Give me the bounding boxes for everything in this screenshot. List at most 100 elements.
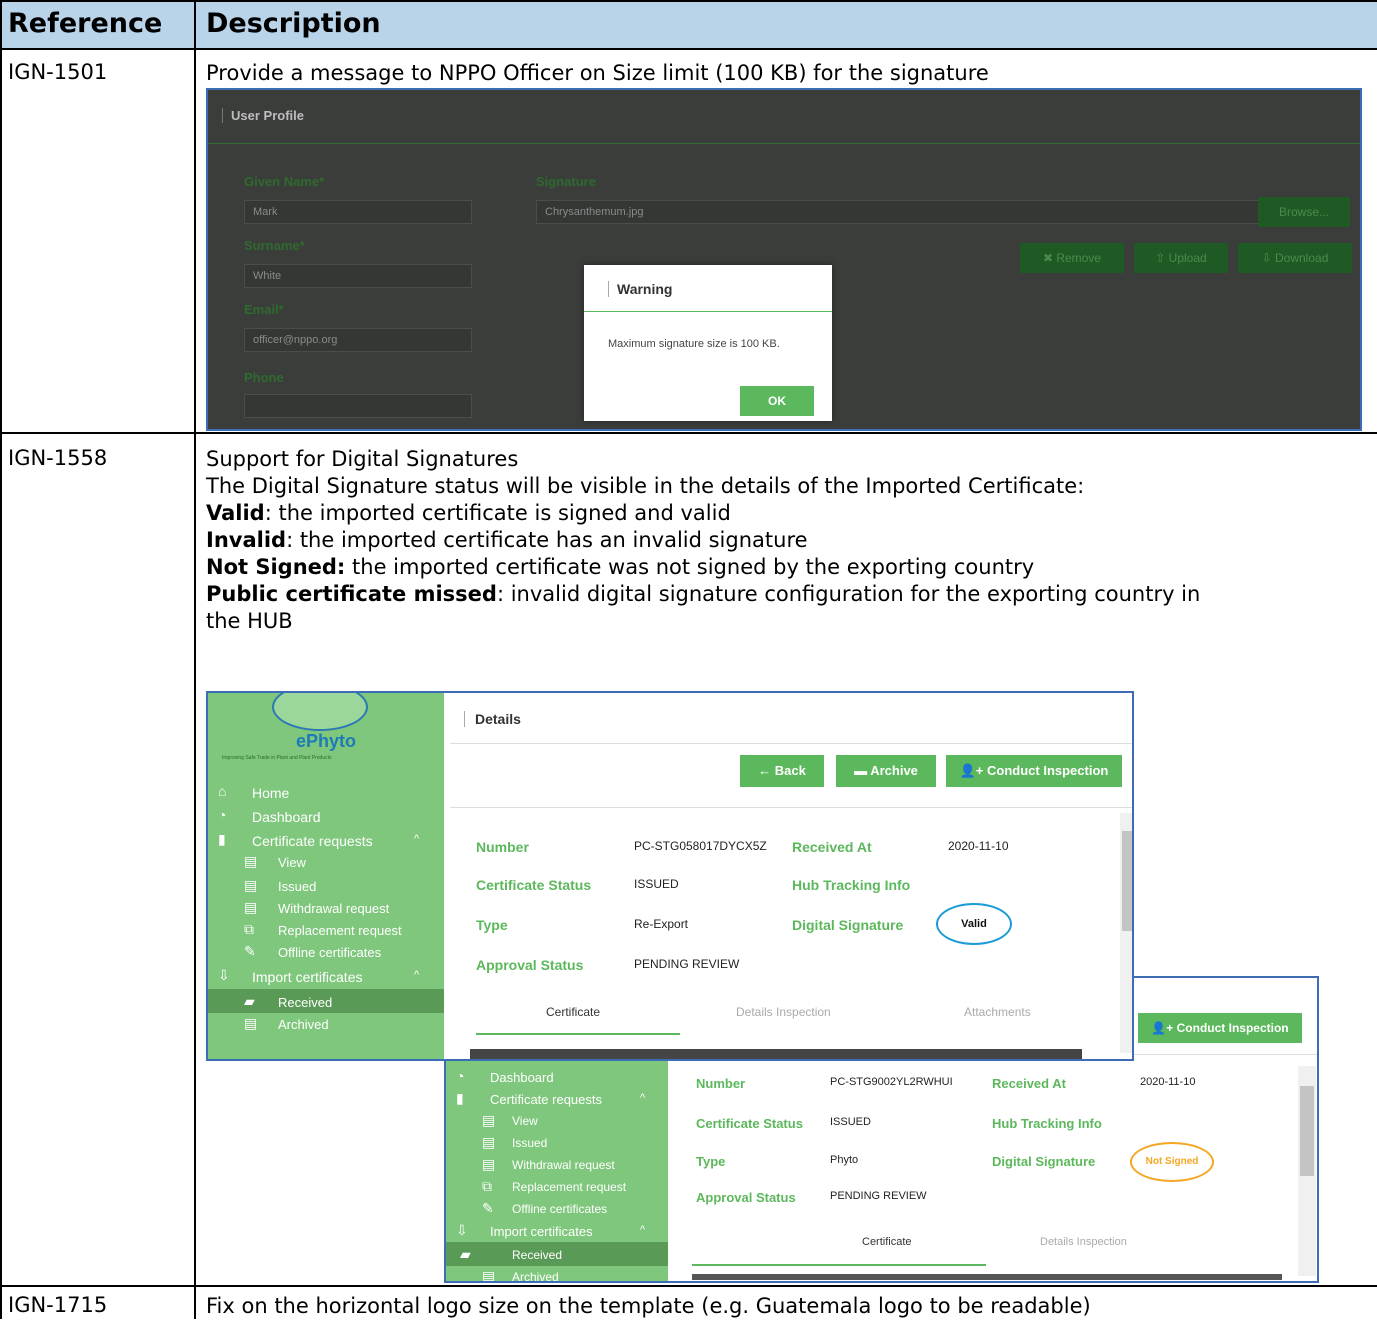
download-button[interactable]: ⇩ Download: [1238, 243, 1352, 273]
sidebar-item-withdrawal[interactable]: Withdrawal request: [278, 901, 389, 916]
desc-line: the HUB: [206, 609, 293, 633]
details-title: Details: [464, 711, 521, 727]
sidebar-item-certificate-requests[interactable]: Certificate requests: [490, 1092, 602, 1107]
digital-signature-label: Digital Signature: [792, 917, 904, 933]
ok-button[interactable]: OK: [740, 386, 814, 416]
number-label: Number: [476, 839, 529, 855]
sidebar-item-archived[interactable]: Archived: [278, 1017, 329, 1032]
status-value: ISSUED: [830, 1116, 871, 1128]
sidebar-item-view[interactable]: View: [512, 1114, 538, 1128]
sidebar-item-received[interactable]: Received: [278, 995, 332, 1010]
desc-line: Public certificate missed: invalid digit…: [206, 582, 1201, 606]
sidebar-item-issued[interactable]: Issued: [512, 1136, 547, 1150]
tab-attachments[interactable]: Attachments: [964, 1005, 1031, 1019]
given-name-label: Given Name*: [244, 174, 325, 189]
header-description: Description: [206, 8, 381, 39]
logo-tagline: Improving Safe Trade in Plant and Plant …: [222, 755, 332, 761]
tab-details-inspection[interactable]: Details Inspection: [736, 1005, 831, 1019]
scrollbar[interactable]: [1120, 813, 1132, 1053]
digital-signature-value: Not Signed: [1130, 1142, 1214, 1182]
sidebar-item-replacement[interactable]: Replacement request: [512, 1180, 626, 1194]
sidebar-item-home[interactable]: Home: [252, 785, 289, 801]
number-value: PC-STG058017DYCX5Z: [634, 839, 767, 853]
phone-field[interactable]: [244, 394, 472, 418]
number-value: PC-STG9002YL2RWHUI: [830, 1076, 953, 1088]
modal-title: Warning: [608, 281, 672, 297]
sidebar-item-import[interactable]: Import certificates: [490, 1224, 593, 1239]
sidebar-item-dashboard[interactable]: Dashboard: [252, 809, 321, 825]
modal-message: Maximum signature size is 100 KB.: [608, 338, 780, 350]
warning-modal: Warning Maximum signature size is 100 KB…: [584, 265, 832, 421]
row-desc-ign-1715: Fix on the horizontal logo size on the t…: [206, 1294, 1091, 1318]
sidebar-item-view[interactable]: View: [278, 855, 306, 870]
conduct-inspection-button[interactable]: 👤+ Conduct Inspection: [1138, 1013, 1302, 1043]
archive-button[interactable]: ▬ Archive: [836, 755, 936, 787]
sidebar-item-import[interactable]: Import certificates: [252, 969, 362, 985]
row-desc-ign-1501: Provide a message to NPPO Officer on Siz…: [206, 61, 989, 85]
user-profile-screenshot: User Profile Given Name* Mark Surname* W…: [206, 88, 1362, 431]
row-ref-ign-1558: IGN-1558: [8, 446, 108, 470]
number-label: Number: [696, 1076, 746, 1091]
sidebar: ePhyto Improving Safe Trade in Plant and…: [208, 693, 444, 1059]
desc-line: Not Signed: the imported certificate was…: [206, 555, 1035, 579]
ephyto-logo: ePhyto: [296, 731, 357, 751]
sidebar-item-withdrawal[interactable]: Withdrawal request: [512, 1158, 615, 1172]
type-label: Type: [476, 917, 508, 933]
details-screenshot-valid: ePhyto Improving Safe Trade in Plant and…: [206, 691, 1134, 1061]
received-label: Received At: [992, 1076, 1066, 1091]
signature-label: Signature: [536, 174, 596, 189]
signature-file-field[interactable]: Chrysanthemum.jpg: [536, 200, 1266, 224]
page-title: User Profile: [222, 108, 304, 123]
archive-icon: ▬: [854, 763, 871, 778]
approval-value: PENDING REVIEW: [830, 1190, 927, 1202]
sidebar-item-received[interactable]: Received: [512, 1248, 562, 1262]
table-header: Reference Description: [0, 0, 1377, 48]
sidebar-item-issued[interactable]: Issued: [278, 879, 316, 894]
digital-signature-label: Digital Signature: [992, 1154, 1096, 1169]
type-label: Type: [696, 1154, 726, 1169]
hub-tracking-label: Hub Tracking Info: [992, 1116, 1102, 1131]
desc-line: Support for Digital Signatures: [206, 447, 519, 471]
sidebar-item-archived[interactable]: Archived: [512, 1270, 559, 1281]
sidebar-item-dashboard[interactable]: Dashboard: [490, 1070, 554, 1085]
surname-field[interactable]: White: [244, 264, 472, 288]
scrollbar[interactable]: [1298, 1066, 1316, 1276]
row-desc-ign-1558: Support for Digital Signatures The Digit…: [206, 446, 1359, 635]
release-notes-table: Reference Description IGN-1501 Provide a…: [0, 0, 1377, 1319]
sidebar-item-certificate-requests[interactable]: Certificate requests: [252, 833, 373, 849]
email-label: Email*: [244, 302, 284, 317]
ephyto-logo-graphic: [272, 693, 368, 731]
sidebar-item-offline[interactable]: Offline certificates: [278, 945, 381, 960]
digital-signature-value: Valid: [936, 903, 1012, 945]
row-ref-ign-1501: IGN-1501: [8, 60, 108, 84]
received-value: 2020-11-10: [1140, 1076, 1196, 1088]
approval-value: PENDING REVIEW: [634, 957, 740, 971]
tab-certificate[interactable]: Certificate: [862, 1236, 912, 1248]
add-user-icon: 👤+: [1151, 1021, 1177, 1035]
status-value: ISSUED: [634, 877, 679, 891]
desc-line: Valid: the imported certificate is signe…: [206, 501, 731, 525]
sidebar-item-offline[interactable]: Offline certificates: [512, 1202, 607, 1216]
desc-line: Invalid: the imported certificate has an…: [206, 528, 808, 552]
tab-details-inspection[interactable]: Details Inspection: [1040, 1236, 1127, 1248]
back-button[interactable]: ← Back: [740, 755, 824, 787]
tab-certificate[interactable]: Certificate: [546, 1005, 600, 1019]
upload-button[interactable]: ⇧ Upload: [1134, 243, 1228, 273]
remove-button[interactable]: ✖ Remove: [1020, 243, 1124, 273]
row-ref-ign-1715: IGN-1715: [8, 1293, 108, 1317]
add-user-icon: 👤+: [959, 763, 988, 778]
desc-line: The Digital Signature status will be vis…: [206, 474, 1085, 498]
header-reference: Reference: [8, 8, 163, 39]
surname-label: Surname*: [244, 238, 305, 253]
approval-label: Approval Status: [696, 1190, 796, 1205]
phone-label: Phone: [244, 370, 284, 385]
status-label: Certificate Status: [696, 1116, 803, 1131]
hub-tracking-label: Hub Tracking Info: [792, 877, 911, 893]
type-value: Phyto: [830, 1154, 859, 1166]
type-value: Re-Export: [634, 917, 689, 931]
sidebar-item-replacement[interactable]: Replacement request: [278, 923, 402, 938]
browse-button[interactable]: Browse...: [1258, 197, 1350, 227]
email-field[interactable]: officer@nppo.org: [244, 328, 472, 352]
given-name-field[interactable]: Mark: [244, 200, 472, 224]
conduct-inspection-button[interactable]: 👤+ Conduct Inspection: [946, 755, 1122, 787]
